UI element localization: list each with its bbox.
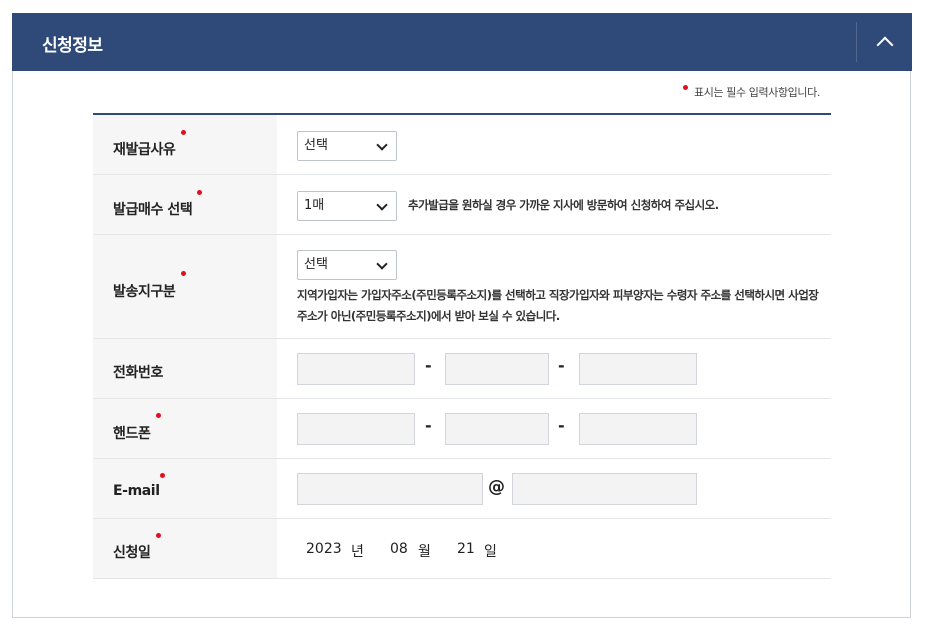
field-value-cell: 선택 지역가입자는 가입자주소(주민등록주소지)를 선택하고 직장가입자와 피부…: [277, 235, 831, 338]
phone-part2-input[interactable]: [445, 353, 549, 385]
field-value-cell: @: [277, 459, 831, 518]
apply-month: 08: [390, 541, 408, 557]
mobile-part3-input[interactable]: [579, 413, 697, 445]
row-email: E-mail @: [93, 459, 831, 519]
required-dot-icon: [181, 130, 186, 135]
mobile-separator: -: [558, 416, 565, 435]
day-unit: 일: [484, 544, 497, 560]
mobile-part1-input[interactable]: [297, 413, 415, 445]
year-unit: 년: [351, 544, 364, 560]
chevron-up-icon: [876, 36, 893, 54]
field-value-cell: - -: [277, 399, 831, 458]
row-copies: 발급매수 선택 1매 추가발급을 원하실 경우 가까운 지사에 방문하여 신청하…: [93, 175, 831, 235]
row-delivery: 발송지구분 선택 지역가입자는 가입자주소(주민등록주소지)를 선택하고 직장가…: [93, 235, 831, 339]
collapse-button[interactable]: [857, 13, 912, 71]
section-title: 신청정보: [42, 36, 103, 56]
email-domain-input[interactable]: [512, 473, 697, 505]
phone-separator: -: [558, 356, 565, 375]
mobile-part2-input[interactable]: [445, 413, 549, 445]
phone-separator: -: [425, 356, 432, 375]
required-dot-icon: [160, 473, 165, 478]
field-label-cell: E-mail: [93, 459, 277, 518]
field-label-cell: 전화번호: [93, 339, 277, 398]
required-dot-icon: [197, 190, 202, 195]
row-mobile: 핸드폰 - -: [93, 399, 831, 459]
chevron-down-icon: [376, 199, 388, 211]
phone-label: 전화번호: [113, 365, 163, 381]
row-apply-date: 신청일 2023 년 08 월 21 일: [93, 519, 831, 579]
delivery-label: 발송지구분: [113, 284, 176, 300]
application-form: 재발급사유 선택 발급매수 선택 1매 추가발급을 원하실 경우 가까운 지사에…: [93, 113, 831, 579]
chevron-down-icon: [376, 258, 388, 270]
required-dot-icon: [156, 413, 161, 418]
email-id-input[interactable]: [297, 473, 483, 505]
field-label-cell: 발급매수 선택: [93, 175, 277, 234]
copies-hint: 추가발급을 원하실 경우 가까운 지사에 방문하여 신청하여 주십시오.: [408, 198, 719, 212]
select-value: 선택: [304, 138, 328, 153]
mobile-label: 핸드폰: [113, 426, 151, 442]
month-unit: 월: [418, 544, 431, 560]
field-value-cell: 1매 추가발급을 원하실 경우 가까운 지사에 방문하여 신청하여 주십시오.: [277, 175, 831, 234]
chevron-down-icon: [376, 139, 388, 151]
phone-part3-input[interactable]: [579, 353, 697, 385]
apply-date-label: 신청일: [113, 545, 151, 561]
phone-part1-input[interactable]: [297, 353, 415, 385]
field-value-cell: - -: [277, 339, 831, 398]
row-phone: 전화번호 - -: [93, 339, 831, 399]
mobile-separator: -: [425, 416, 432, 435]
email-label: E-mail: [113, 483, 160, 499]
delivery-select[interactable]: 선택: [297, 250, 397, 280]
reissue-reason-select[interactable]: 선택: [297, 131, 397, 161]
apply-year: 2023: [306, 541, 342, 557]
at-sign: @: [488, 477, 505, 497]
field-value-cell: 선택: [277, 115, 831, 174]
field-value-cell: 2023 년 08 월 21 일: [277, 519, 831, 578]
required-note-text: 표시는 필수 입력사항입니다.: [694, 86, 820, 99]
select-value: 1매: [304, 198, 325, 213]
copies-label: 발급매수 선택: [113, 202, 193, 218]
select-value: 선택: [304, 257, 328, 272]
field-label-cell: 발송지구분: [93, 235, 277, 338]
required-dot-icon: [683, 85, 688, 90]
field-label-cell: 재발급사유: [93, 115, 277, 174]
field-label-cell: 신청일: [93, 519, 277, 578]
delivery-hint: 지역가입자는 가입자주소(주민등록주소지)를 선택하고 직장가입자와 피부양자는…: [297, 288, 819, 323]
reissue-reason-label: 재발급사유: [113, 142, 176, 158]
row-reissue-reason: 재발급사유 선택: [93, 115, 831, 175]
required-note: 표시는 필수 입력사항입니다.: [683, 84, 820, 100]
section-header: 신청정보: [12, 13, 912, 71]
apply-day: 21: [457, 541, 475, 557]
field-label-cell: 핸드폰: [93, 399, 277, 458]
required-dot-icon: [181, 271, 186, 276]
required-dot-icon: [156, 533, 161, 538]
copies-select[interactable]: 1매: [297, 191, 397, 221]
